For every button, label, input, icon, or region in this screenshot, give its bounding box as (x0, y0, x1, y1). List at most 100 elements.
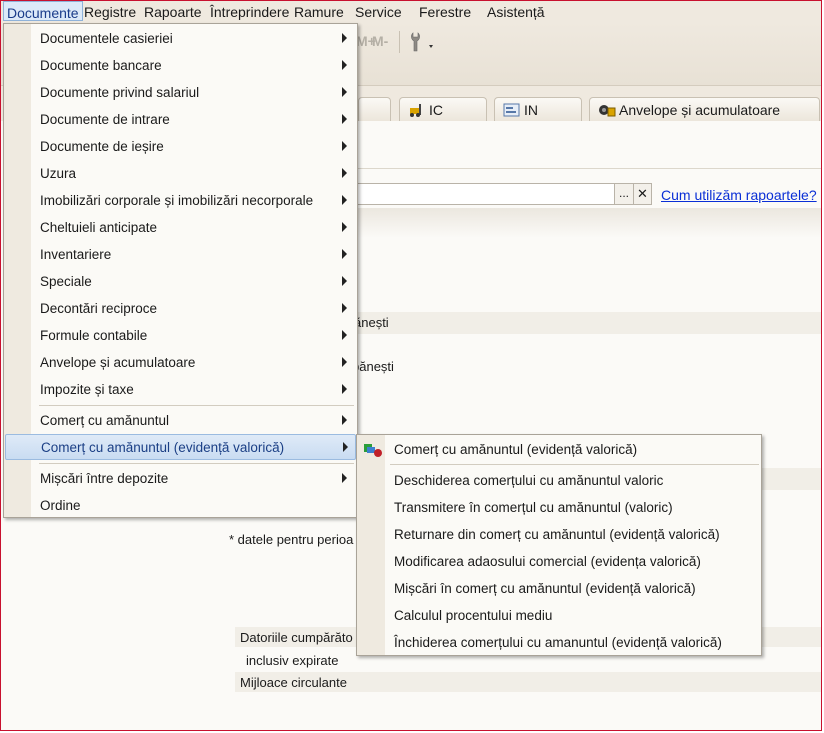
menu-documente[interactable]: Documente (3, 1, 83, 21)
submenu-item-transmitere[interactable]: Transmitere în comerțul cu amănuntul (va… (358, 494, 760, 520)
help-link[interactable]: Cum utilizăm rapoartele? (661, 187, 817, 203)
tab-label: IN (524, 102, 538, 118)
menu-item-label: Documente privind salariul (40, 85, 200, 100)
menu-item-label: Mișcări în comerț cu amănuntul (evidență… (394, 581, 696, 596)
menu-item-anvelope[interactable]: Anvelope și acumulatoare (5, 350, 356, 375)
tools-dropdown-button[interactable] (405, 29, 437, 55)
submenu-arrow-icon (342, 249, 347, 259)
submenu-item-miscari-comert[interactable]: Mișcări în comerț cu amănuntul (evidență… (358, 575, 760, 601)
menu-item-label: Anvelope și acumulatoare (40, 355, 196, 370)
submenu-arrow-icon (342, 114, 347, 124)
menu-item-label: Formule contabile (40, 328, 148, 343)
submenu-arrow-icon (342, 384, 347, 394)
menu-item-cheltuieli-anticipate[interactable]: Cheltuieli anticipate (5, 215, 356, 240)
submenu-item-modificarea-adaosului[interactable]: Modificarea adaosului comercial (evidenț… (358, 548, 760, 574)
submenu-item-calculul-procentului[interactable]: Calculul procentului mediu (358, 602, 760, 628)
submenu-arrow-icon (342, 473, 347, 483)
comert-valoric-submenu: Comerț cu amănuntul (evidență valorică) … (356, 434, 762, 656)
menu-item-documente-bancare[interactable]: Documente bancare (5, 53, 356, 78)
tab-hidden[interactable] (358, 97, 391, 121)
submenu-arrow-icon (343, 442, 348, 452)
search-input[interactable] (355, 183, 615, 205)
submenu-arrow-icon (342, 141, 347, 151)
submenu-item-returnare[interactable]: Returnare din comerț cu amănuntul (evide… (358, 521, 760, 547)
menu-item-label: Comerț cu amănuntul (evidență valorică) (41, 440, 285, 455)
inventory-icon (503, 103, 521, 117)
menu-item-imobilizari[interactable]: Imobilizări corporale și imobilizări nec… (5, 188, 356, 213)
menu-item-impozite-taxe[interactable]: Impozite și taxe (5, 377, 356, 402)
header-band (355, 208, 821, 238)
report-row-label: bănești (352, 359, 394, 374)
report-row-label: ănești (354, 315, 389, 330)
menu-item-label: Speciale (40, 274, 92, 289)
menu-item-label: Imobilizări corporale și imobilizări nec… (40, 193, 314, 208)
menu-asistenta[interactable]: Asistență (487, 4, 545, 20)
clear-button[interactable]: ✕ (633, 183, 652, 205)
submenu-item-deschiderea[interactable]: Deschiderea comerțului cu amănuntul valo… (358, 467, 760, 493)
menu-item-label: Mișcări între depozite (40, 471, 169, 486)
menu-separator (39, 463, 354, 464)
submenu-arrow-icon (342, 415, 347, 425)
menu-item-label: Inventariere (40, 247, 112, 262)
menu-item-formule-contabile[interactable]: Formule contabile (5, 323, 356, 348)
menu-item-inventariere[interactable]: Inventariere (5, 242, 356, 267)
submenu-arrow-icon (342, 60, 347, 70)
tab-ic[interactable]: IC (399, 97, 487, 121)
submenu-arrow-icon (342, 303, 347, 313)
submenu-arrow-icon (342, 195, 347, 205)
menu-item-label: Documente bancare (40, 58, 162, 73)
report-row-label: inclusiv expirate (246, 653, 339, 668)
submenu-arrow-icon (342, 276, 347, 286)
menu-item-label: Transmitere în comerțul cu amănuntul (va… (394, 500, 673, 515)
menu-registre[interactable]: Registre (84, 4, 136, 20)
select-button[interactable]: ... (614, 183, 634, 205)
menu-item-label: Modificarea adaosului comercial (evidenț… (394, 554, 701, 569)
submenu-arrow-icon (342, 33, 347, 43)
menu-item-miscari-depozite[interactable]: Mișcări între depozite (5, 466, 356, 491)
submenu-item-inchiderea[interactable]: Închiderea comerțului cu amanuntul (evid… (358, 629, 760, 655)
submenu-item-comert-valoric[interactable]: Comerț cu amănuntul (evidență valorică) (358, 436, 760, 462)
menu-item-label: Uzura (40, 166, 77, 181)
menu-item-label: Documente de ieșire (40, 139, 164, 154)
report-row-label: Mijloace circulante (240, 675, 347, 690)
menu-item-label: Comerț cu amănuntul (40, 413, 170, 428)
menu-item-label: Decontări reciproce (40, 301, 158, 316)
menu-item-comert-amanuntul-valoric[interactable]: Comerț cu amănuntul (evidență valorică) (5, 434, 356, 460)
submenu-arrow-icon (342, 168, 347, 178)
menu-item-documente-iesire[interactable]: Documente de ieșire (5, 134, 356, 159)
menu-item-comert-amanuntul[interactable]: Comerț cu amănuntul (5, 408, 356, 433)
forklift-icon (408, 103, 426, 117)
menu-item-uzura[interactable]: Uzura (5, 161, 356, 186)
menu-ferestre[interactable]: Ferestre (419, 4, 471, 20)
menu-item-label: Comerț cu amănuntul (evidență valorică) (394, 442, 638, 457)
menu-item-documente-salariu[interactable]: Documente privind salariul (5, 80, 356, 105)
submenu-arrow-icon (342, 222, 347, 232)
menu-item-label: Ordine (40, 498, 81, 513)
menu-item-ordine[interactable]: Ordine (5, 493, 356, 518)
menu-separator (39, 405, 354, 406)
menu-item-speciale[interactable]: Speciale (5, 269, 356, 294)
wrench-icon (411, 32, 433, 52)
menu-rapoarte[interactable]: Rapoarte (144, 4, 202, 20)
report-row (355, 312, 821, 334)
report-row-label: Datoriile cumpărăto (240, 630, 353, 645)
menu-item-label: Închiderea comerțului cu amanuntul (evid… (394, 635, 722, 650)
menu-item-decontari-reciproce[interactable]: Decontări reciproce (5, 296, 356, 321)
menu-item-documente-intrare[interactable]: Documente de intrare (5, 107, 356, 132)
divider (355, 168, 821, 169)
menu-service[interactable]: Service (355, 4, 402, 20)
menu-item-label: Documente de intrare (40, 112, 170, 127)
menu-item-label: Deschiderea comerțului cu amănuntul valo… (394, 473, 664, 488)
memory-minus-button[interactable]: M- (372, 33, 388, 49)
tab-label: IC (429, 102, 443, 118)
menu-item-documentele-casieriei[interactable]: Documentele casieriei (5, 26, 356, 51)
toolbar-separator (399, 31, 400, 53)
menu-intreprindere[interactable]: Întreprindere (210, 4, 289, 20)
submenu-arrow-icon (342, 330, 347, 340)
menu-ramure[interactable]: Ramure (294, 4, 344, 20)
tab-label: Anvelope și acumulatoare (619, 102, 781, 118)
retail-report-icon (362, 442, 382, 458)
submenu-arrow-icon (342, 357, 347, 367)
tab-anvelope[interactable]: Anvelope și acumulatoare (589, 97, 820, 121)
tab-in[interactable]: IN (494, 97, 582, 121)
